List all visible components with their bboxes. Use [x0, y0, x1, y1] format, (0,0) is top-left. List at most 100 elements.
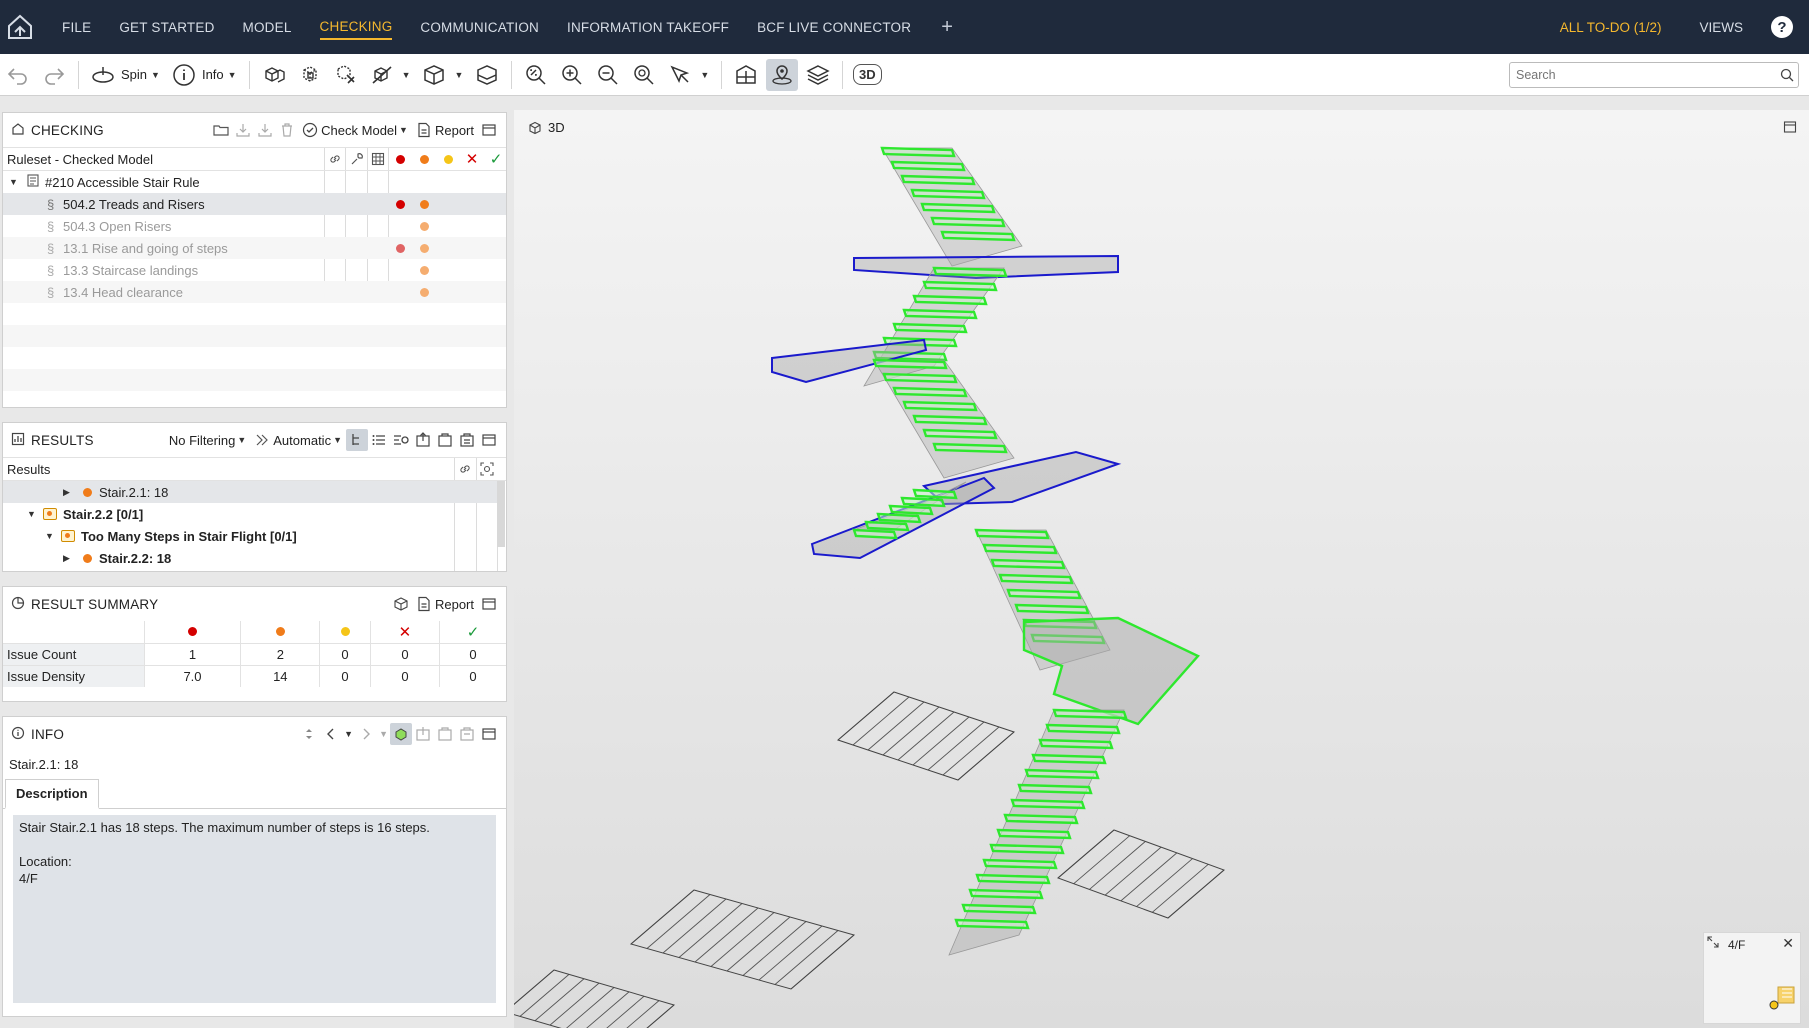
select-tool-icon[interactable]	[664, 59, 696, 91]
summary-cell: 0	[438, 642, 506, 665]
info-icon[interactable]	[168, 59, 200, 91]
locate-pin-icon[interactable]	[766, 58, 799, 91]
info-dropdown-icon[interactable]: ▼	[228, 70, 237, 80]
settings-list-icon[interactable]	[390, 429, 412, 451]
rule-row[interactable]: § 504.2 Treads and Risers	[3, 193, 506, 215]
list-view-icon[interactable]	[368, 429, 390, 451]
nav-information-takeoff[interactable]: INFORMATION TAKEOFF	[567, 16, 729, 39]
result-group-row[interactable]: ▼ Stair.2.2 [0/1]	[3, 503, 506, 525]
link-icon[interactable]	[454, 458, 476, 480]
zoom-selected-icon[interactable]	[628, 59, 660, 91]
history-dropdown-icon[interactable]: ▼	[344, 729, 353, 739]
zoom-extents-icon[interactable]	[520, 59, 552, 91]
zoom-out-icon[interactable]	[592, 59, 624, 91]
export-issue-icon[interactable]	[412, 429, 434, 451]
add-tab-button[interactable]: +	[941, 16, 953, 39]
export-issue-icon[interactable]	[412, 723, 434, 745]
info-label[interactable]: Info	[202, 67, 224, 82]
undo-icon[interactable]	[2, 59, 34, 91]
minimap-close-icon[interactable]: ✕	[1782, 935, 1794, 952]
result-row[interactable]: ▶ Stair.2.1: 18	[3, 481, 497, 503]
expand-icon[interactable]	[1706, 935, 1720, 952]
nav-model[interactable]: MODEL	[243, 16, 292, 39]
search-input[interactable]	[1510, 64, 1776, 86]
hide-selected-icon[interactable]	[366, 59, 398, 91]
link-icon[interactable]	[324, 148, 346, 170]
search-icon[interactable]	[1776, 68, 1798, 82]
hide-dropdown-icon[interactable]: ▼	[402, 70, 411, 80]
open-folder-icon[interactable]	[210, 119, 232, 141]
forward-dropdown-icon[interactable]: ▼	[379, 729, 388, 739]
issue-list-icon[interactable]	[456, 429, 478, 451]
collapse-arrow-icon[interactable]: ▼	[45, 531, 54, 541]
nav-bcf-live-connector[interactable]: BCF LIVE CONNECTOR	[757, 16, 911, 39]
next-icon[interactable]	[355, 723, 377, 745]
results-panel-icon	[11, 432, 25, 449]
nav-views[interactable]: VIEWS	[1699, 20, 1743, 35]
layers-icon[interactable]	[802, 59, 834, 91]
3d-view-icon[interactable]: 3D	[851, 59, 883, 91]
select-hidden-icon[interactable]	[330, 59, 362, 91]
nav-checking[interactable]: CHECKING	[319, 15, 393, 40]
nav-get-started[interactable]: GET STARTED	[119, 16, 214, 39]
import-icon[interactable]	[232, 119, 254, 141]
summary-cell: 14	[240, 664, 320, 687]
3d-viewport[interactable]: 3D 4/F ✕	[514, 110, 1809, 1028]
model-dropdown-icon[interactable]: ▼	[454, 70, 463, 80]
floor-minimap[interactable]: 4/F ✕	[1703, 932, 1801, 1024]
home-logo-icon[interactable]	[2, 9, 38, 45]
expand-arrow-icon[interactable]: ▶	[63, 487, 70, 498]
previous-icon[interactable]	[320, 723, 342, 745]
redo-icon[interactable]	[38, 59, 70, 91]
wrench-icon[interactable]	[346, 148, 368, 170]
stair-model-render[interactable]	[514, 110, 1809, 1028]
toolbar-separator	[248, 60, 250, 89]
add-issue-icon[interactable]	[434, 723, 456, 745]
expand-arrow-icon[interactable]: ▶	[63, 553, 70, 564]
panel-minimize-icon[interactable]	[478, 723, 500, 745]
sort-icon[interactable]	[298, 723, 320, 745]
floor-plan-icon[interactable]	[730, 59, 762, 91]
nav-file[interactable]: FILE	[62, 16, 91, 39]
main-toolbar: Spin ▼ Info ▼ ▼ ▼ ▼ 3D	[0, 54, 1809, 96]
add-issue-icon[interactable]	[434, 429, 456, 451]
help-icon[interactable]: ?	[1771, 16, 1793, 38]
table-grid-icon[interactable]	[367, 148, 389, 170]
issue-list-icon[interactable]	[456, 723, 478, 745]
result-row[interactable]: ▶ Stair.2.2: 18	[3, 547, 506, 569]
check-model-button[interactable]: Check Model ▼	[302, 122, 408, 138]
zoom-to-icon[interactable]	[476, 458, 498, 480]
select-dropdown-icon[interactable]: ▼	[700, 70, 709, 80]
report-button[interactable]: Report	[416, 122, 474, 138]
spin-dropdown-icon[interactable]: ▼	[151, 70, 160, 80]
collapse-arrow-icon[interactable]: ▼	[27, 509, 36, 519]
delete-icon[interactable]	[276, 119, 298, 141]
todo-indicator[interactable]: ALL TO-DO (1/2)	[1560, 20, 1662, 35]
rule-group-row[interactable]: ▼ #210 Accessible Stair Rule	[3, 171, 506, 193]
model-cube-icon[interactable]	[418, 59, 450, 91]
download-icon[interactable]	[254, 119, 276, 141]
spin-label[interactable]: Spin	[121, 67, 147, 82]
rule-row[interactable]: § 13.1 Rise and going of steps	[3, 237, 506, 259]
zoom-in-icon[interactable]	[556, 59, 588, 91]
mode-dropdown[interactable]: Automatic ▼	[254, 432, 342, 448]
rule-row[interactable]: § 13.4 Head clearance	[3, 281, 506, 303]
spin-icon[interactable]	[87, 59, 119, 91]
tree-view-icon[interactable]	[346, 429, 368, 451]
filter-dropdown[interactable]: No Filtering ▼	[169, 433, 246, 448]
highlight-icon[interactable]	[390, 723, 412, 745]
result-group-row[interactable]: ▼ Too Many Steps in Stair Flight [0/1]	[3, 525, 506, 547]
collapse-arrow-icon[interactable]: ▼	[9, 177, 18, 187]
show-all-icon[interactable]	[258, 59, 290, 91]
isolate-icon[interactable]	[294, 59, 326, 91]
panel-minimize-icon[interactable]	[478, 593, 500, 615]
layer-box-icon[interactable]	[471, 59, 503, 91]
summary-report-button[interactable]: Report	[416, 596, 474, 612]
tab-description[interactable]: Description	[5, 779, 99, 809]
model-cube-icon[interactable]	[390, 593, 412, 615]
panel-minimize-icon[interactable]	[478, 429, 500, 451]
rule-row[interactable]: § 13.3 Staircase landings	[3, 259, 506, 281]
nav-communication[interactable]: COMMUNICATION	[420, 16, 539, 39]
rule-row[interactable]: § 504.3 Open Risers	[3, 215, 506, 237]
panel-minimize-icon[interactable]	[478, 119, 500, 141]
